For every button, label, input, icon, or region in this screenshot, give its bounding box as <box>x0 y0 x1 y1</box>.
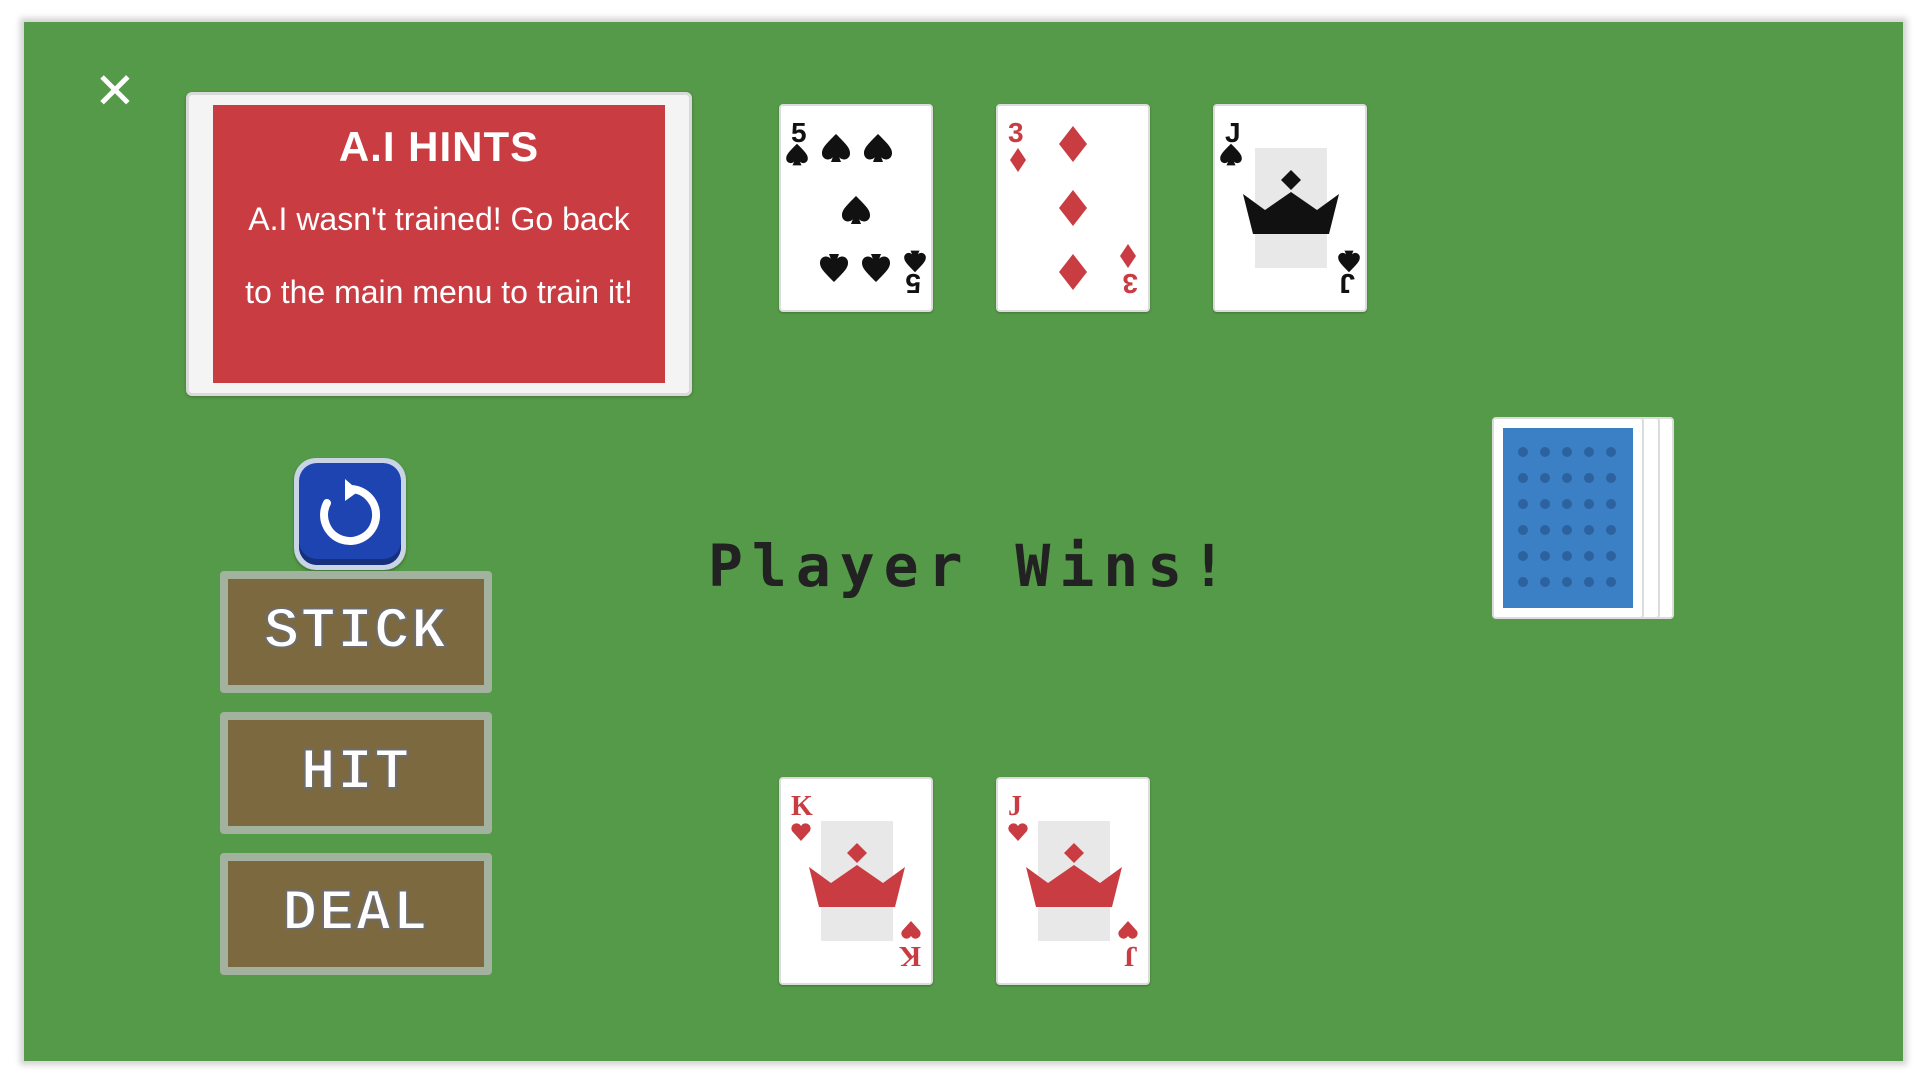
stick-button[interactable]: STICK <box>220 571 492 693</box>
svg-text:J: J <box>1339 268 1355 299</box>
dealer-card-3: J J <box>1213 104 1367 312</box>
deal-button-label: DEAL <box>281 881 430 948</box>
ai-hints-body: A.I HINTS A.I wasn't trained! Go back to… <box>213 105 665 383</box>
card-deck[interactable] <box>1492 415 1688 621</box>
ai-hints-message: A.I wasn't trained! Go back to the main … <box>213 183 665 329</box>
ai-hints-panel: A.I HINTS A.I wasn't trained! Go back to… <box>186 92 692 396</box>
player-card-1: K K <box>779 777 933 985</box>
jack-of-spades-icon: J J <box>1220 117 1360 299</box>
hit-button[interactable]: HIT <box>220 712 492 834</box>
svg-text:3: 3 <box>1008 117 1024 148</box>
svg-text:J: J <box>1124 940 1138 971</box>
svg-text:J: J <box>1008 791 1022 822</box>
dealer-card-2: 3 3 <box>996 104 1150 312</box>
hit-button-label: HIT <box>300 740 412 807</box>
stick-button-label: STICK <box>263 599 449 666</box>
svg-text:3: 3 <box>1122 268 1138 299</box>
hit-button-face: HIT <box>228 720 484 826</box>
svg-text:5: 5 <box>905 268 921 299</box>
dealer-card-1: 5 5 <box>779 104 933 312</box>
jack-of-hearts-icon: J J <box>1008 791 1138 971</box>
restart-icon <box>299 463 401 565</box>
deal-button[interactable]: DEAL <box>220 853 492 975</box>
svg-text:K: K <box>899 940 921 971</box>
ai-hints-title: A.I HINTS <box>338 123 540 170</box>
restart-button[interactable] <box>294 458 406 570</box>
deal-button-face: DEAL <box>228 861 484 967</box>
five-of-spades-icon: 5 5 <box>786 117 926 299</box>
king-of-hearts-icon: K K <box>791 791 921 971</box>
ai-hints-line-2: to the main menu to train it! <box>245 274 633 310</box>
game-table: ✕ A.I HINTS A.I wasn't trained! Go back … <box>24 22 1903 1061</box>
svg-text:K: K <box>791 791 813 822</box>
ai-hints-line-1: A.I wasn't trained! Go back <box>248 201 630 237</box>
result-message: Player Wins! <box>708 532 1236 600</box>
deck-card-1 <box>1492 417 1644 619</box>
three-of-diamonds-icon: 3 3 <box>1008 117 1138 299</box>
svg-text:J: J <box>1225 117 1241 148</box>
player-card-2: J J <box>996 777 1150 985</box>
stick-button-face: STICK <box>228 579 484 685</box>
close-icon[interactable]: ✕ <box>92 66 138 116</box>
svg-text:5: 5 <box>791 117 807 148</box>
card-deck-back <box>1503 428 1633 608</box>
